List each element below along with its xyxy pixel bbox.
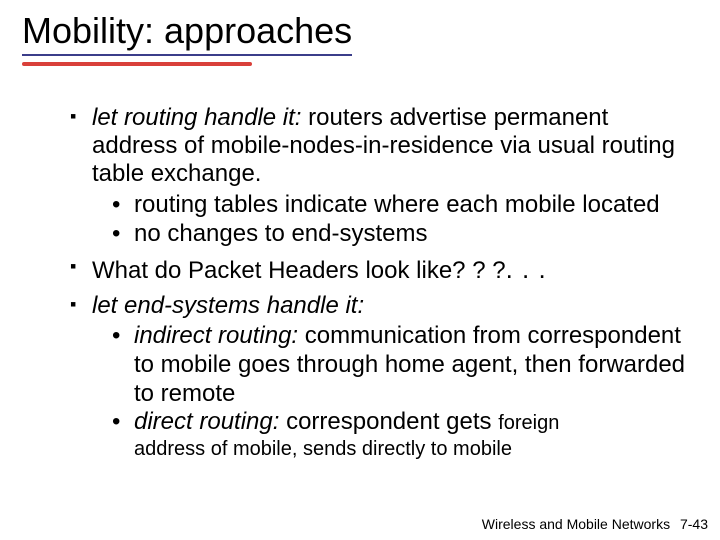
- packet-headers-dots: . . .: [506, 254, 547, 284]
- footer-label: Wireless and Mobile Networks: [482, 516, 670, 532]
- bullet-routing-sublist: routing tables indicate where each mobil…: [112, 191, 698, 249]
- bullet-end-systems-sublist: indirect routing: communication from cor…: [112, 322, 698, 461]
- bullet-list: let routing handle it: routers advertise…: [70, 104, 698, 461]
- bullet-routing: let routing handle it: routers advertise…: [70, 104, 698, 249]
- title-wrap: Mobility: approaches: [22, 12, 352, 66]
- sub-indirect-lead: indirect routing:: [134, 322, 298, 349]
- sub-direct-rest-b: address of mobile, sends directly to mob…: [134, 437, 698, 461]
- footer-page-number: 7-43: [680, 516, 708, 532]
- bullet-packet-headers: What do Packet Headers look like? ? ?. .…: [70, 254, 698, 285]
- slide-body: let routing handle it: routers advertise…: [22, 104, 698, 461]
- slide: Mobility: approaches let routing handle …: [0, 0, 720, 540]
- packet-headers-text: What do Packet Headers look like? ? ?: [92, 257, 506, 284]
- sub-routing-tables: routing tables indicate where each mobil…: [112, 191, 698, 220]
- sub-no-changes: no changes to end-systems: [112, 220, 698, 249]
- sub-direct-rest-a: correspondent gets: [279, 408, 498, 435]
- sub-direct-foreign: foreign: [498, 412, 559, 434]
- bullet-end-systems-lead: let end-systems handle it:: [92, 292, 364, 319]
- slide-title: Mobility: approaches: [22, 12, 352, 56]
- sub-direct-lead: direct routing:: [134, 408, 279, 435]
- bullet-end-systems: let end-systems handle it: indirect rout…: [70, 292, 698, 462]
- bullet-routing-lead: let routing handle it:: [92, 104, 301, 131]
- sub-direct-routing: direct routing: correspondent gets forei…: [112, 408, 698, 461]
- title-underline-accent: [22, 62, 252, 66]
- slide-footer: Wireless and Mobile Networks 7-43: [482, 516, 708, 532]
- sub-indirect-routing: indirect routing: communication from cor…: [112, 322, 698, 408]
